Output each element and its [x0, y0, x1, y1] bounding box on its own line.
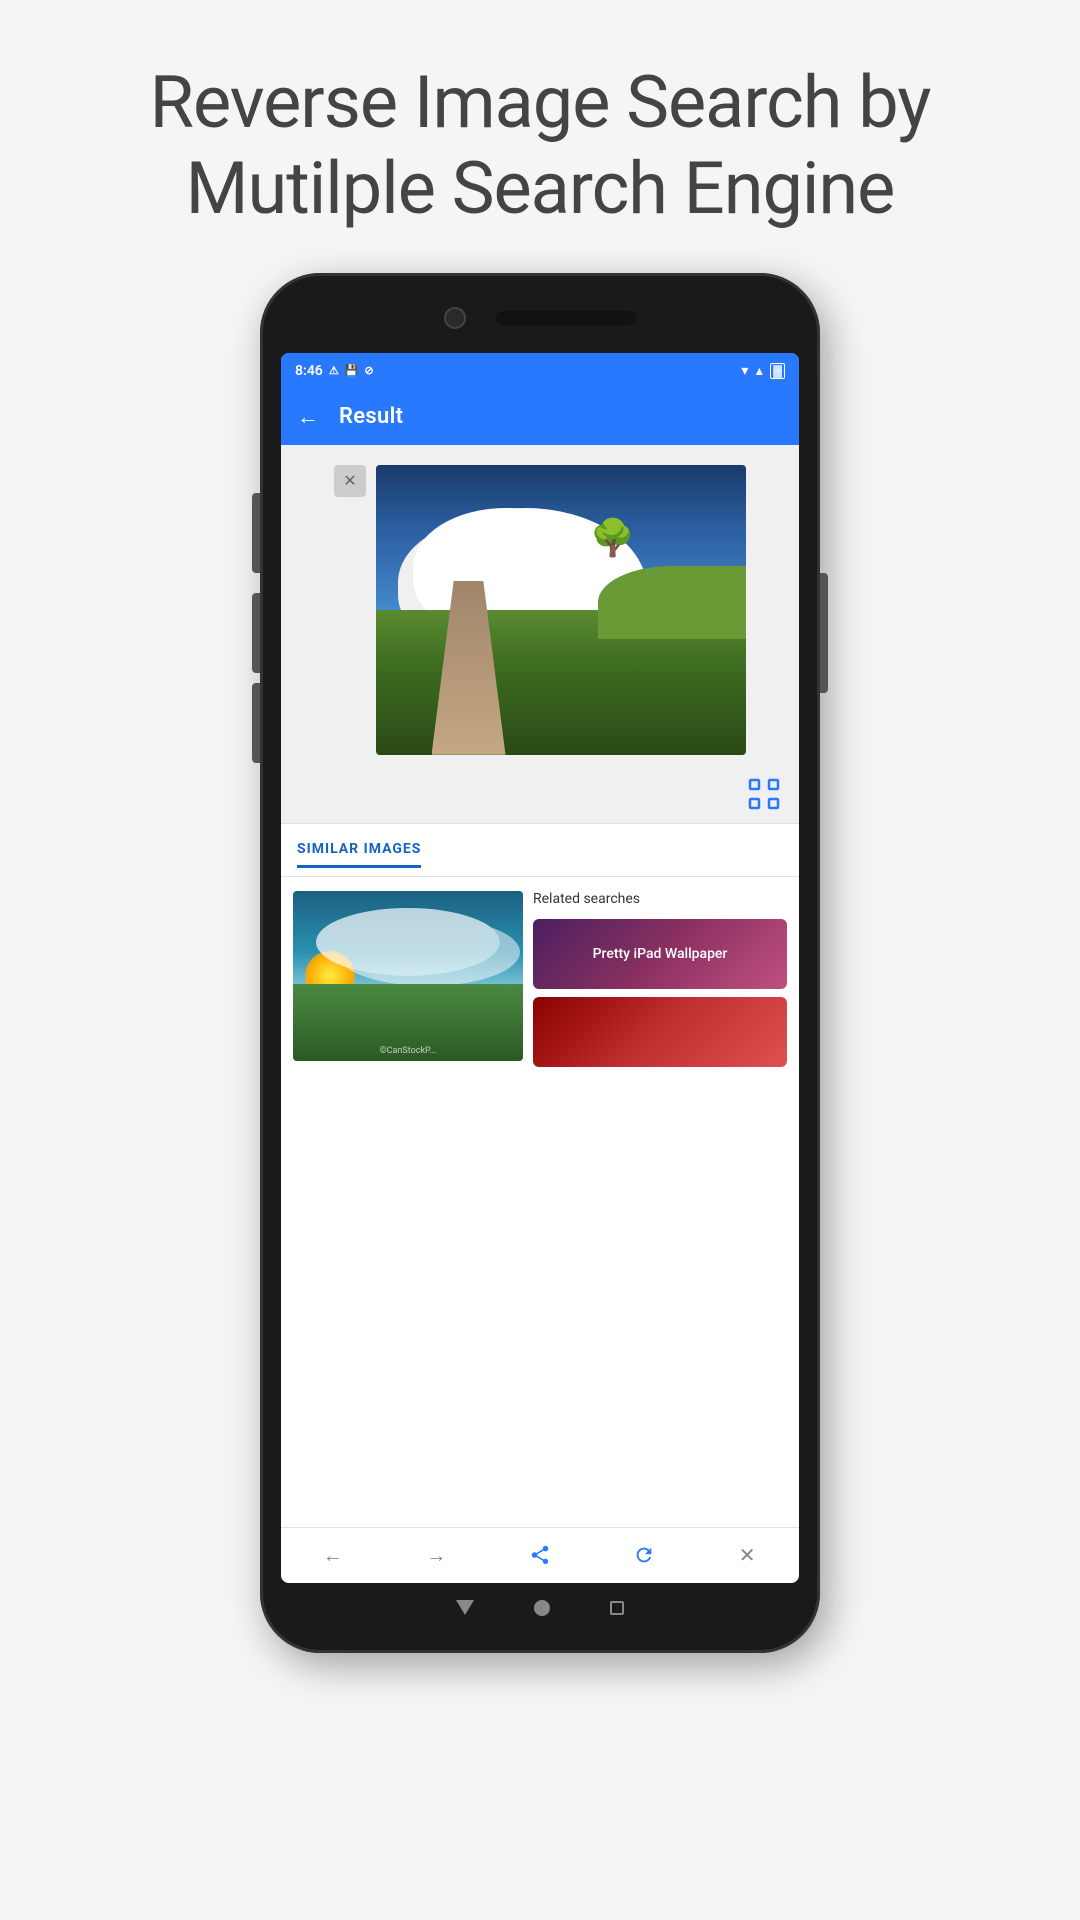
image-preview-area: ✕ 🌳 [281, 445, 799, 765]
sd-icon: 💾 [345, 364, 359, 377]
similar-thumbnail[interactable]: ©CanStockP... [293, 891, 523, 1061]
screen-content: ✕ 🌳 [281, 445, 799, 1583]
related-card-1[interactable]: Pretty iPad Wallpaper [533, 919, 787, 989]
bottom-nav: ← → ✕ [281, 1527, 799, 1583]
nav-back-icon: ← [323, 1543, 343, 1568]
signal-icon: ▲ [753, 364, 765, 378]
phone-bottom-bar [260, 1583, 820, 1643]
nav-forward-icon: → [426, 1543, 446, 1568]
phone-screen: 8:46 ⚠ 💾 ⊘ ▾ ▲ ▓ ← Result ✕ [281, 353, 799, 1583]
status-left: 8:46 ⚠ 💾 ⊘ [295, 363, 374, 379]
alert-icon: ⚠ [329, 364, 339, 377]
results-area: ©CanStockP... Related searches Pretty iP… [281, 877, 799, 1527]
phone-top-bar [260, 273, 820, 353]
main-image[interactable]: 🌳 [376, 465, 746, 755]
headline-line2: Mutilple Search Engine [186, 146, 895, 231]
related-card-1-text: Pretty iPad Wallpaper [533, 919, 787, 989]
headline-line1: Reverse Image Search by [150, 60, 931, 145]
wifi-icon: ▾ [741, 363, 748, 379]
similar-images-tab[interactable]: SIMILAR IMAGES [297, 841, 421, 868]
nav-square-recent [610, 1601, 624, 1615]
related-card-2[interactable] [533, 997, 787, 1067]
close-button[interactable]: ✕ [334, 465, 366, 497]
status-bar: 8:46 ⚠ 💾 ⊘ ▾ ▲ ▓ [281, 353, 799, 389]
nav-close-button[interactable]: ✕ [725, 1533, 769, 1577]
nav-triangle-back [456, 1600, 474, 1615]
phone-shell: 8:46 ⚠ 💾 ⊘ ▾ ▲ ▓ ← Result ✕ [260, 273, 820, 1653]
nav-dot-home [534, 1600, 550, 1616]
headline: Reverse Image Search by Mutilple Search … [70, 0, 1011, 273]
related-card-2-text [533, 997, 787, 1067]
icon-row [281, 765, 799, 823]
similar-section: SIMILAR IMAGES [281, 824, 799, 868]
nav-close-icon: ✕ [739, 1543, 756, 1567]
do-not-disturb-icon: ⊘ [364, 364, 373, 377]
watermark-text: ©CanStockP... [380, 1046, 437, 1056]
nav-refresh-button[interactable] [622, 1533, 666, 1577]
status-time: 8:46 [295, 363, 323, 379]
related-searches: Related searches Pretty iPad Wallpaper [533, 891, 787, 1513]
scan-search-icon[interactable] [745, 775, 783, 813]
status-icons: ▾ ▲ ▓ [741, 363, 785, 379]
battery-icon: ▓ [770, 363, 785, 379]
app-bar: ← Result [281, 389, 799, 445]
back-button[interactable]: ← [297, 404, 319, 430]
speaker-grille [496, 311, 636, 325]
related-searches-label: Related searches [533, 891, 787, 907]
app-bar-title: Result [339, 404, 403, 429]
nav-back-button[interactable]: ← [311, 1533, 355, 1577]
nav-share-button[interactable] [518, 1533, 562, 1577]
nav-forward-button[interactable]: → [414, 1533, 458, 1577]
camera-dot [444, 307, 466, 329]
